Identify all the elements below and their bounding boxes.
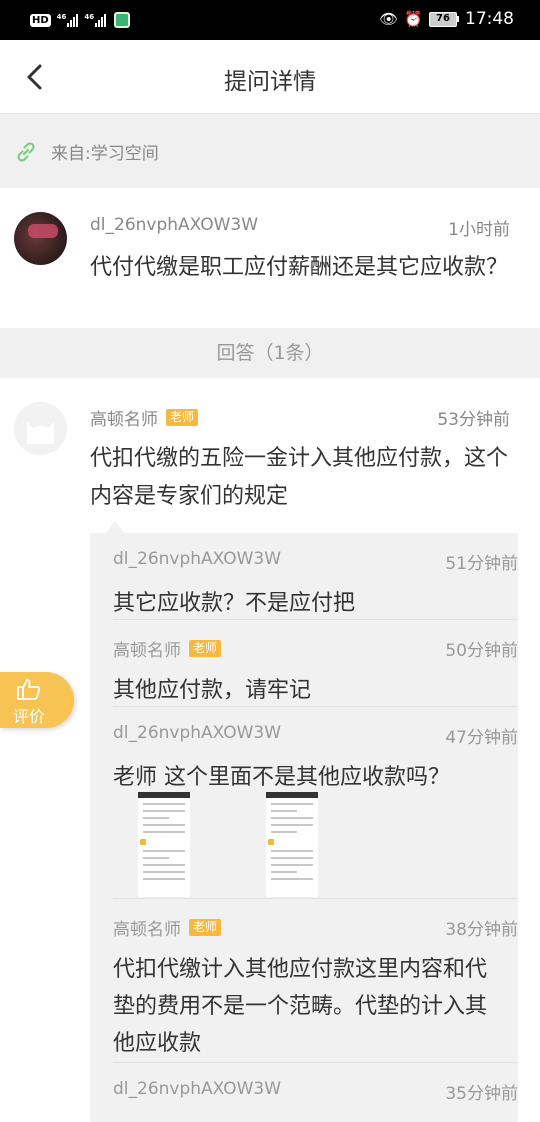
- reply-username: 高顿名师: [113, 920, 181, 940]
- battery-level: 76: [429, 11, 457, 27]
- reply-text: 老师 这个里面不是其他应收款吗？: [113, 765, 450, 790]
- thread-item: dl_26nvphAXOW3W 35分钟前: [113, 1063, 518, 1122]
- reply-time: 47分钟前: [445, 728, 518, 748]
- reply-user: dl_26nvphAXOW3W: [113, 1079, 281, 1099]
- teacher-username: 高顿名师: [90, 410, 158, 430]
- eye-icon: 👁: [379, 10, 399, 28]
- network-type-label: 46: [56, 13, 67, 21]
- network-type-label-2: 46: [84, 13, 95, 21]
- question-time: 1小时前: [448, 220, 510, 240]
- question-text: 代付代缴是职工应付薪酬还是其它应收款？: [90, 255, 509, 280]
- thread-item: 高顿名师 老师 38分钟前 代扣代缴计入其他应付款这里内容和代垫的费用不是一个范…: [113, 899, 518, 1063]
- reply-text: 其它应收款？不是应付把: [113, 591, 356, 616]
- evaluate-label: 评价: [12, 707, 45, 726]
- answer-card: 高顿名师 老师 53分钟前 代扣代缴的五险一金计入其他应付款，这个内容是专家们的…: [0, 378, 540, 1122]
- reply-user: dl_26nvphAXOW3W: [113, 723, 281, 743]
- asker-avatar: [14, 212, 67, 265]
- reply-username: dl_26nvphAXOW3W: [113, 1079, 282, 1099]
- reply-time: 35分钟前: [445, 1084, 518, 1104]
- reply-user: dl_26nvphAXOW3W: [113, 549, 281, 569]
- asker-username: dl_26nvphAXOW3W: [90, 215, 259, 235]
- reply-username: dl_26nvphAXOW3W: [113, 723, 282, 743]
- reply-time: 51分钟前: [445, 554, 518, 574]
- page-title: 提问详情: [224, 69, 316, 95]
- status-left: HD 46 46: [30, 10, 131, 30]
- reply-time: 50分钟前: [445, 641, 518, 661]
- teacher-badge: 老师: [189, 640, 222, 657]
- attached-images: [138, 792, 328, 897]
- answer-text: 代扣代缴的五险一金计入其他应付款，这个内容是专家们的规定: [90, 446, 509, 509]
- teacher-badge: 老师: [189, 919, 222, 936]
- alarm-icon: ⏰: [404, 10, 423, 28]
- reply-username: 高顿名师: [113, 641, 181, 661]
- thread-item: dl_26nvphAXOW3W 47分钟前 老师 这个里面不是其他应收款吗？: [113, 707, 518, 899]
- link-icon: [17, 142, 35, 162]
- teacher-name: 高顿名师 老师: [90, 405, 199, 430]
- reply-text: 其他应付款，请牢记: [113, 678, 312, 703]
- reply-user: 高顿名师 老师: [113, 636, 222, 661]
- evaluate-button[interactable]: 评价: [0, 672, 74, 728]
- attached-image-thumbnail[interactable]: [266, 792, 318, 897]
- nav-bar: 提问详情: [0, 40, 540, 114]
- status-bar: HD 46 46 👁 ⏰ 76 17:48: [0, 0, 540, 40]
- answer-time: 53分钟前: [437, 410, 510, 430]
- reply-username: dl_26nvphAXOW3W: [113, 549, 282, 569]
- teacher-badge: 老师: [166, 409, 199, 426]
- teacher-avatar: [14, 402, 67, 455]
- answers-count-header: 回答（1条）: [0, 328, 540, 378]
- question-card: dl_26nvphAXOW3W 1小时前 代付代缴是职工应付薪酬还是其它应收款？: [0, 188, 540, 328]
- hd-indicator: HD: [30, 13, 51, 27]
- reply-time: 38分钟前: [445, 920, 518, 940]
- source-strip[interactable]: 来自:学习空间: [0, 114, 540, 188]
- reply-user: 高顿名师 老师: [113, 915, 222, 940]
- thumbs-up-icon: [17, 679, 41, 700]
- reply-thread: dl_26nvphAXOW3W 51分钟前 其它应收款？不是应付把 高顿名师 老…: [90, 533, 518, 1122]
- source-label: 来自:学习空间: [51, 144, 159, 164]
- attached-image-thumbnail[interactable]: [138, 792, 190, 897]
- signal-strength-icon-2: 46: [84, 13, 107, 27]
- thread-item: dl_26nvphAXOW3W 51分钟前 其它应收款？不是应付把: [113, 533, 518, 620]
- signal-strength-icon: 46: [57, 13, 79, 27]
- thread-pointer: [106, 521, 124, 533]
- thread-item: 高顿名师 老师 50分钟前 其他应付款，请牢记: [113, 620, 518, 707]
- reply-text: 代扣代缴计入其他应付款这里内容和代垫的费用不是一个范畴。代垫的计入其他应收款: [113, 957, 488, 1056]
- battery-icon: 76: [429, 11, 459, 27]
- status-right: 👁 ⏰ 76 17:48: [379, 9, 514, 29]
- app-notification-icon: [114, 12, 131, 28]
- clock: 17:48: [465, 9, 514, 29]
